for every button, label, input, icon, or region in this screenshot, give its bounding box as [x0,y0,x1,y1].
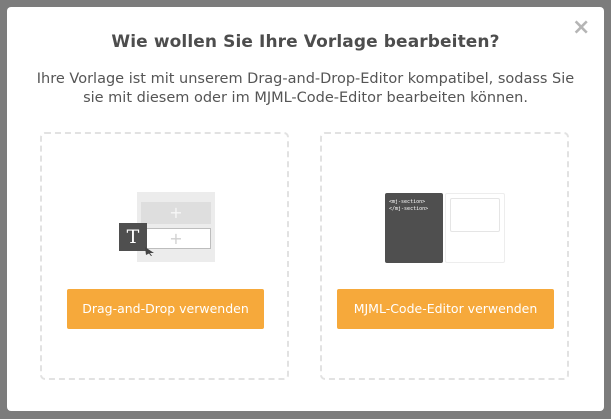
mjml-code-editor-option-card[interactable]: <mj-section> </mj-section> MJML-Code-Edi… [320,132,569,380]
drag-and-drop-illustration: + + T [117,192,215,264]
code-editor-illustration: <mj-section> </mj-section> [385,193,505,265]
dialog-title: Wie wollen Sie Ihre Vorlage bearbeiten? [111,32,500,52]
placeholder-row-plus-icon: + [141,202,211,224]
cursor-icon [145,247,154,256]
code-line: </mj-section> [389,206,429,212]
preview-panel [445,193,505,263]
use-drag-and-drop-button[interactable]: Drag-and-Drop verwenden [67,289,264,329]
editor-choice-dialog: × Wie wollen Sie Ihre Vorlage bearbeiten… [7,7,604,411]
drag-and-drop-option-card[interactable]: + + T Drag-and-Drop verwenden [40,132,289,380]
preview-block [450,198,500,232]
dialog-description: Ihre Vorlage ist mit unserem Drag-and-Dr… [36,71,575,106]
drop-target-plus-icon: + [141,228,211,249]
code-line: <mj-section> [389,199,426,205]
text-block-icon: T [119,223,147,251]
code-panel: <mj-section> </mj-section> [385,193,443,263]
use-mjml-code-editor-button[interactable]: MJML-Code-Editor verwenden [337,289,554,329]
